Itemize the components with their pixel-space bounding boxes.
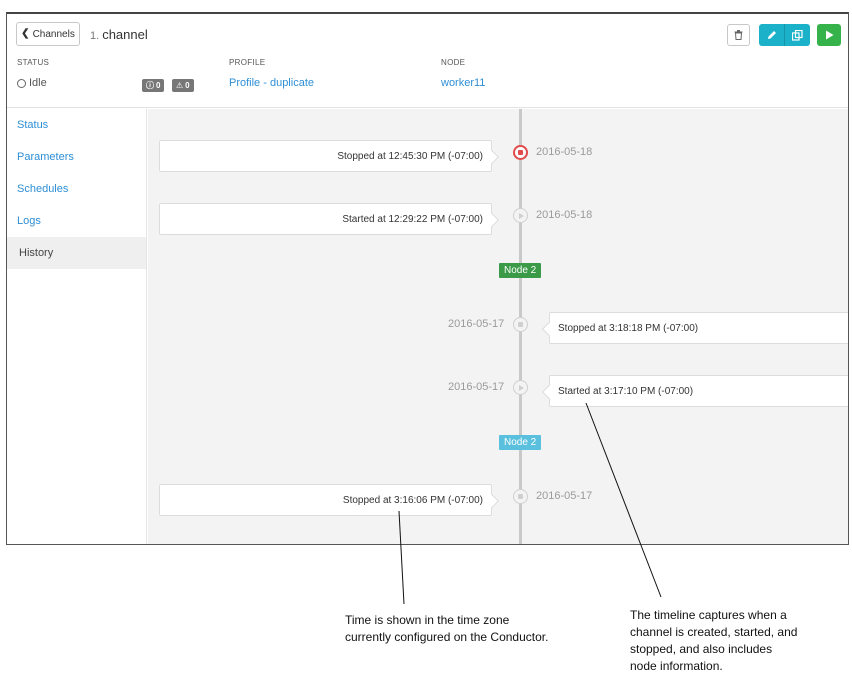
timeline-annotation: The timeline captures when a channel is … (630, 607, 797, 675)
timezone-callout-line (398, 510, 405, 605)
annotation-line: stopped, and also includes (630, 642, 773, 656)
annotation-line: The timeline captures when a (630, 608, 787, 622)
timeline-callout-line (585, 402, 662, 598)
annotation-line: Time is shown in the time zone (345, 613, 510, 627)
annotation-lines (398, 402, 662, 605)
annotation-line: currently configured on the Conductor. (345, 630, 549, 644)
annotation-line: channel is created, started, and (630, 625, 798, 639)
timezone-annotation: Time is shown in the time zone currently… (345, 612, 548, 646)
annotation-line: node information. (630, 659, 723, 673)
